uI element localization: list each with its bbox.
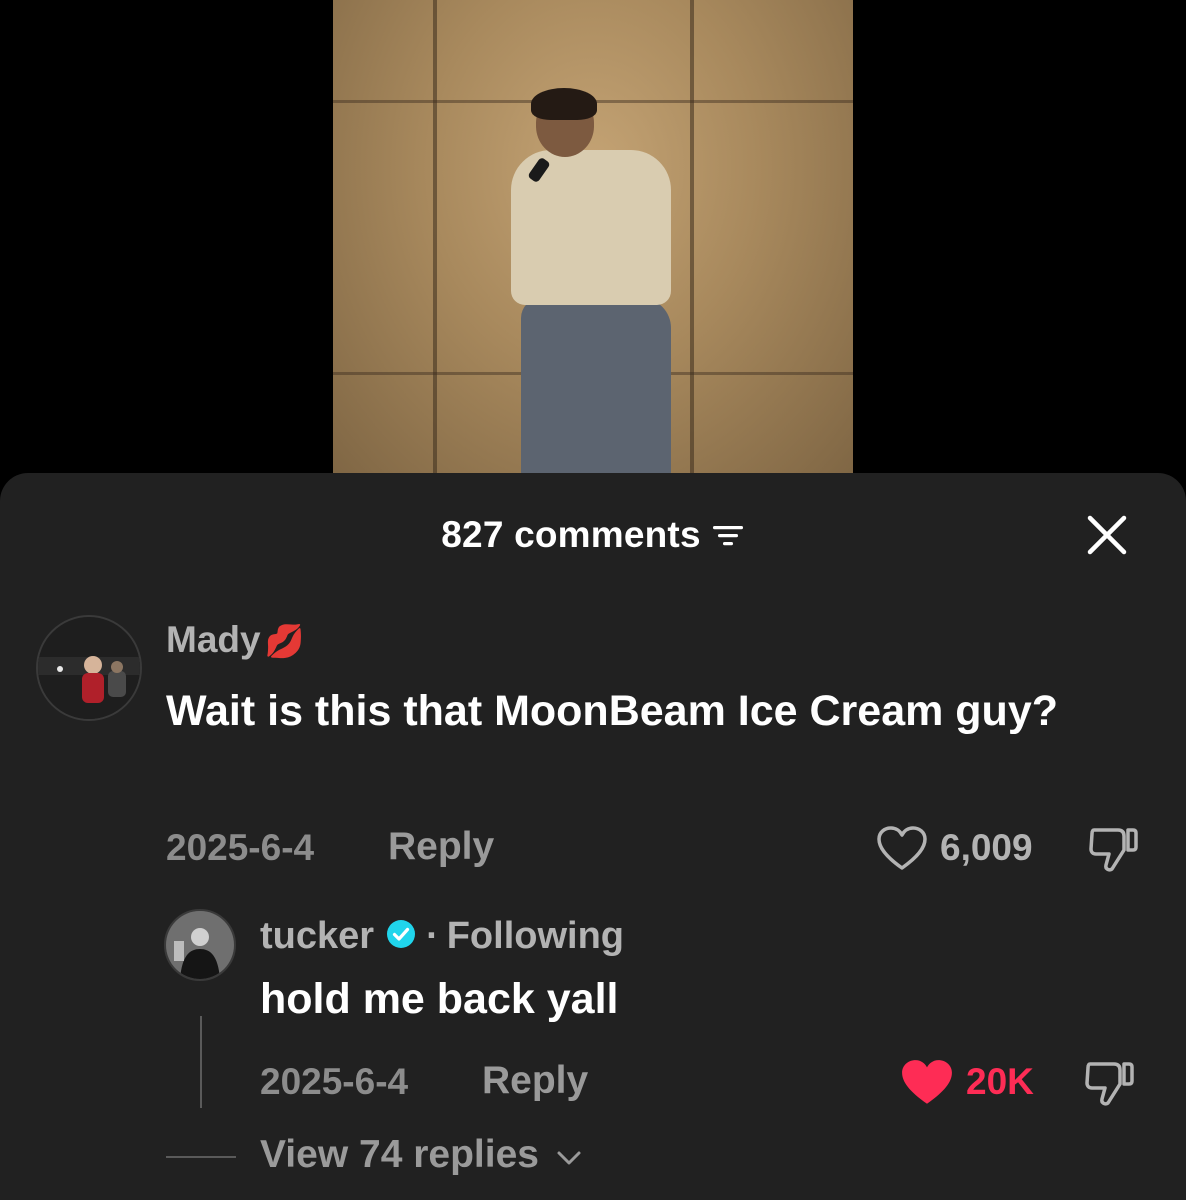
comments-header: 827 comments bbox=[0, 511, 1186, 559]
screen: 827 comments Mady 💋 Wait is this that Mo… bbox=[0, 0, 1186, 1200]
reply-username[interactable]: tucker · Following bbox=[260, 913, 624, 959]
comment-count: 827 comments bbox=[441, 514, 701, 555]
thread-line bbox=[200, 1016, 202, 1108]
like-button[interactable] bbox=[876, 826, 928, 872]
close-icon bbox=[1087, 515, 1127, 555]
heart-icon bbox=[902, 1060, 952, 1104]
comment-text: Wait is this that MoonBeam Ice Cream guy… bbox=[166, 687, 1058, 735]
view-replies-divider bbox=[166, 1156, 236, 1158]
dislike-icon bbox=[1089, 828, 1138, 872]
reply-date: 2025-6-4 bbox=[260, 1061, 409, 1102]
comment-date: 2025-6-4 bbox=[166, 827, 315, 868]
comments-sheet: 827 comments Mady 💋 Wait is this that Mo… bbox=[0, 473, 1186, 1200]
dislike-button[interactable] bbox=[1088, 825, 1140, 875]
follow-status[interactable]: Following bbox=[447, 915, 624, 958]
username-text[interactable]: tucker bbox=[260, 915, 374, 958]
reply-avatar[interactable] bbox=[164, 909, 236, 981]
username-emoji: 💋 bbox=[264, 623, 305, 659]
video-player[interactable] bbox=[333, 0, 853, 478]
dislike-button[interactable] bbox=[1084, 1059, 1136, 1109]
reply-button[interactable]: Reply bbox=[482, 1059, 588, 1103]
sort-icon[interactable] bbox=[711, 521, 745, 556]
chevron-down-icon bbox=[556, 1133, 582, 1177]
heart-icon bbox=[877, 826, 927, 870]
like-button[interactable] bbox=[900, 1059, 954, 1107]
separator: · bbox=[426, 914, 439, 957]
view-replies-label: View 74 replies bbox=[260, 1133, 539, 1176]
verified-icon bbox=[386, 916, 416, 959]
close-button[interactable] bbox=[1084, 512, 1130, 558]
dislike-icon bbox=[1085, 1062, 1134, 1106]
like-count: 6,009 bbox=[940, 827, 1033, 868]
comment-username[interactable]: Mady 💋 bbox=[166, 619, 304, 661]
like-count: 20K bbox=[966, 1061, 1034, 1102]
reply-text: hold me back yall bbox=[260, 975, 619, 1023]
view-replies-button[interactable]: View 74 replies bbox=[260, 1133, 582, 1177]
username-text[interactable]: Mady bbox=[166, 619, 261, 660]
reply-button[interactable]: Reply bbox=[388, 825, 494, 869]
avatar[interactable] bbox=[36, 615, 142, 721]
